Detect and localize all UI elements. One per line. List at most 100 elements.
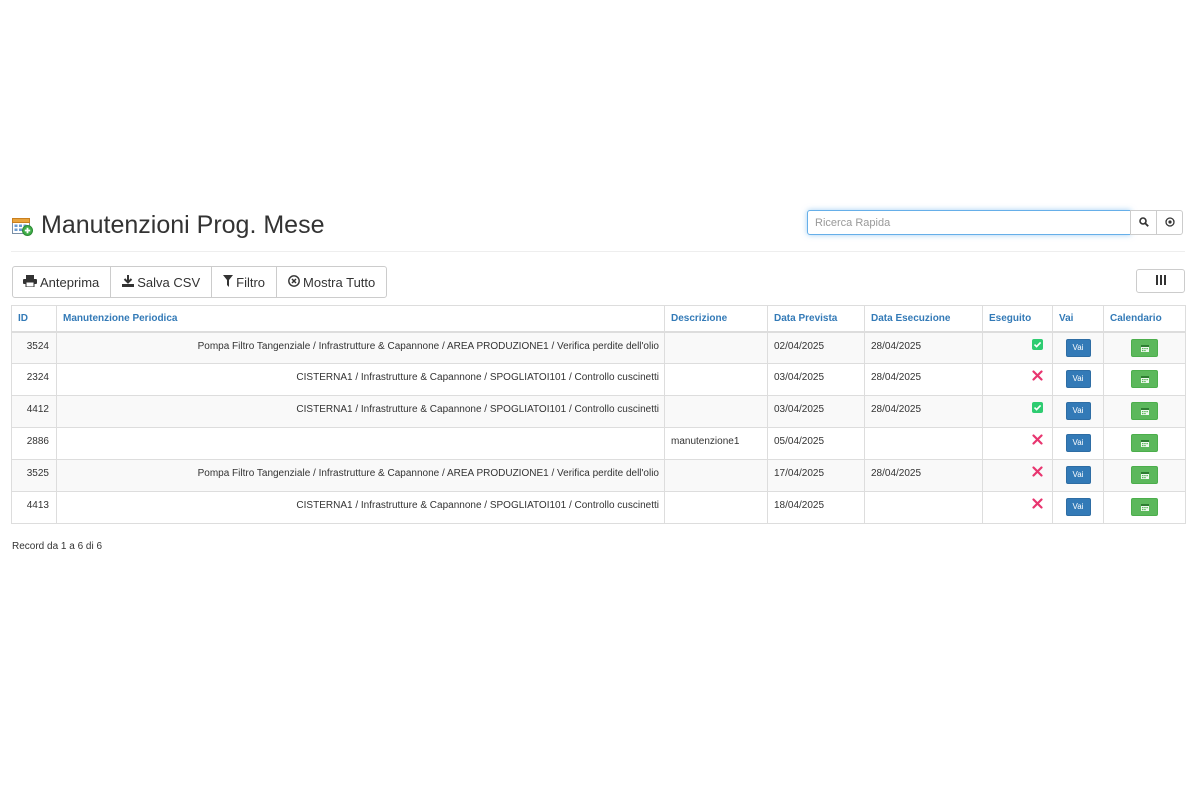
cell-eseguito xyxy=(982,427,1053,460)
cell-descrizione xyxy=(664,395,768,428)
table-row[interactable]: 4412 CISTERNA1 / Infrastrutture & Capanno… xyxy=(11,395,1186,428)
column-header-data-prevista[interactable]: Data Prevista xyxy=(767,305,865,333)
cell-descrizione xyxy=(664,331,768,364)
column-header-data-esecuzione[interactable]: Data Esecuzione xyxy=(864,305,983,333)
cell-data-prevista: 05/04/2025 xyxy=(767,427,865,460)
cell-eseguito xyxy=(982,331,1053,364)
clear-search-button[interactable] xyxy=(1156,210,1183,235)
cell-id: 4412 xyxy=(11,395,57,428)
print-icon xyxy=(23,274,40,290)
cell-data-prevista: 03/04/2025 xyxy=(767,395,865,428)
salva-csv-button[interactable]: Salva CSV xyxy=(110,266,213,298)
close-circle-icon xyxy=(1164,214,1175,232)
table-row[interactable]: 2324 CISTERNA1 / Infrastrutture & Capanno… xyxy=(11,363,1186,396)
cell-calendario xyxy=(1103,363,1186,396)
column-header-calendario[interactable]: Calendario xyxy=(1103,305,1186,333)
cell-calendario xyxy=(1103,427,1186,460)
cell-vai: Vai xyxy=(1052,395,1104,428)
cell-descrizione xyxy=(664,491,768,524)
vai-button[interactable]: Vai xyxy=(1065,434,1091,452)
cell-manutenzione: Pompa Filtro Tangenziale / Infrastruttur… xyxy=(56,459,665,492)
cross-icon xyxy=(1032,434,1043,448)
cell-manutenzione: CISTERNA1 / Infrastrutture & Capannone /… xyxy=(56,491,665,524)
cell-data-esecuzione: 28/04/2025 xyxy=(864,331,983,364)
cross-icon xyxy=(1032,498,1043,512)
table-row[interactable]: 4413 CISTERNA1 / Infrastrutture & Capanno… xyxy=(11,491,1186,524)
cell-data-prevista: 03/04/2025 xyxy=(767,363,865,396)
calendar-button[interactable] xyxy=(1131,402,1158,420)
cell-descrizione xyxy=(664,363,768,396)
table-header-row: ID Manutenzione Periodica Descrizione Da… xyxy=(11,305,1186,333)
cell-data-prevista: 18/04/2025 xyxy=(767,491,865,524)
cell-data-esecuzione: 28/04/2025 xyxy=(864,459,983,492)
column-header-eseguito[interactable]: Eseguito xyxy=(982,305,1053,333)
page-title: Manutenzioni Prog. Mese xyxy=(41,211,325,239)
search-group xyxy=(807,210,1183,235)
cell-eseguito xyxy=(982,363,1053,396)
cell-vai: Vai xyxy=(1052,491,1104,524)
filtro-button[interactable]: Filtro xyxy=(211,266,278,298)
cell-id: 3525 xyxy=(11,459,57,492)
cell-data-prevista: 02/04/2025 xyxy=(767,331,865,364)
anteprima-label: Anteprima xyxy=(40,274,100,290)
table-row[interactable]: 3524 Pompa Filtro Tangenziale / Infrastru… xyxy=(11,331,1186,364)
mostra-tutto-button[interactable]: Mostra Tutto xyxy=(276,266,388,298)
cell-manutenzione: CISTERNA1 / Infrastrutture & Capannone /… xyxy=(56,363,665,396)
close-circle-icon xyxy=(288,274,303,290)
cell-id: 3524 xyxy=(11,331,57,364)
filtro-label: Filtro xyxy=(236,274,266,290)
cell-vai: Vai xyxy=(1052,427,1104,460)
calendar-button[interactable] xyxy=(1131,370,1158,388)
vai-button[interactable]: Vai xyxy=(1065,466,1091,484)
cell-vai: Vai xyxy=(1052,459,1104,492)
table-row[interactable]: 2886 manutenzione1 05/04/2025 Vai xyxy=(11,427,1186,460)
cell-eseguito xyxy=(982,491,1053,524)
cell-eseguito xyxy=(982,459,1053,492)
download-icon xyxy=(122,274,137,290)
calendar-button[interactable] xyxy=(1131,434,1158,452)
checkbox-checked-icon xyxy=(1032,402,1043,416)
cell-id: 2324 xyxy=(11,363,57,396)
table-row[interactable]: 3525 Pompa Filtro Tangenziale / Infrastru… xyxy=(11,459,1186,492)
cell-vai: Vai xyxy=(1052,331,1104,364)
search-input[interactable] xyxy=(807,210,1131,235)
cross-icon xyxy=(1032,466,1043,480)
columns-toggle-button[interactable] xyxy=(1136,269,1185,293)
vai-button[interactable]: Vai xyxy=(1065,370,1091,388)
cell-descrizione: manutenzione1 xyxy=(664,427,768,460)
vai-button[interactable]: Vai xyxy=(1065,498,1091,516)
cell-vai: Vai xyxy=(1052,363,1104,396)
cell-data-esecuzione: 28/04/2025 xyxy=(864,395,983,428)
cell-data-esecuzione xyxy=(864,427,983,460)
column-header-id[interactable]: ID xyxy=(11,305,57,333)
checkbox-checked-icon xyxy=(1032,338,1043,353)
cell-id: 2886 xyxy=(11,427,57,460)
mostra-tutto-label: Mostra Tutto xyxy=(303,274,376,290)
search-button[interactable] xyxy=(1130,210,1157,235)
column-header-vai[interactable]: Vai xyxy=(1052,305,1104,333)
cell-calendario xyxy=(1103,395,1186,428)
columns-icon xyxy=(1155,272,1166,290)
cell-descrizione xyxy=(664,459,768,492)
calendar-button[interactable] xyxy=(1131,498,1158,516)
vai-button[interactable]: Vai xyxy=(1065,402,1091,420)
cell-data-esecuzione: 28/04/2025 xyxy=(864,363,983,396)
cell-manutenzione: Pompa Filtro Tangenziale / Infrastruttur… xyxy=(56,331,665,364)
filter-icon xyxy=(223,274,236,290)
page-header: Manutenzioni Prog. Mese xyxy=(11,207,1185,252)
column-header-manutenzione[interactable]: Manutenzione Periodica xyxy=(56,305,665,333)
salva-csv-label: Salva CSV xyxy=(137,274,201,290)
cell-calendario xyxy=(1103,491,1186,524)
calendar-button[interactable] xyxy=(1131,466,1158,484)
anteprima-button[interactable]: Anteprima xyxy=(12,266,112,298)
column-header-descrizione[interactable]: Descrizione xyxy=(664,305,768,333)
cross-icon xyxy=(1032,370,1043,384)
cell-manutenzione: CISTERNA1 / Infrastrutture & Capannone /… xyxy=(56,395,665,428)
vai-button[interactable]: Vai xyxy=(1065,338,1091,357)
calendar-button[interactable] xyxy=(1131,338,1158,357)
cell-id: 4413 xyxy=(11,491,57,524)
cell-calendario xyxy=(1103,459,1186,492)
calendar-add-icon xyxy=(12,216,33,236)
search-icon xyxy=(1138,214,1149,232)
cell-calendario xyxy=(1103,331,1186,364)
